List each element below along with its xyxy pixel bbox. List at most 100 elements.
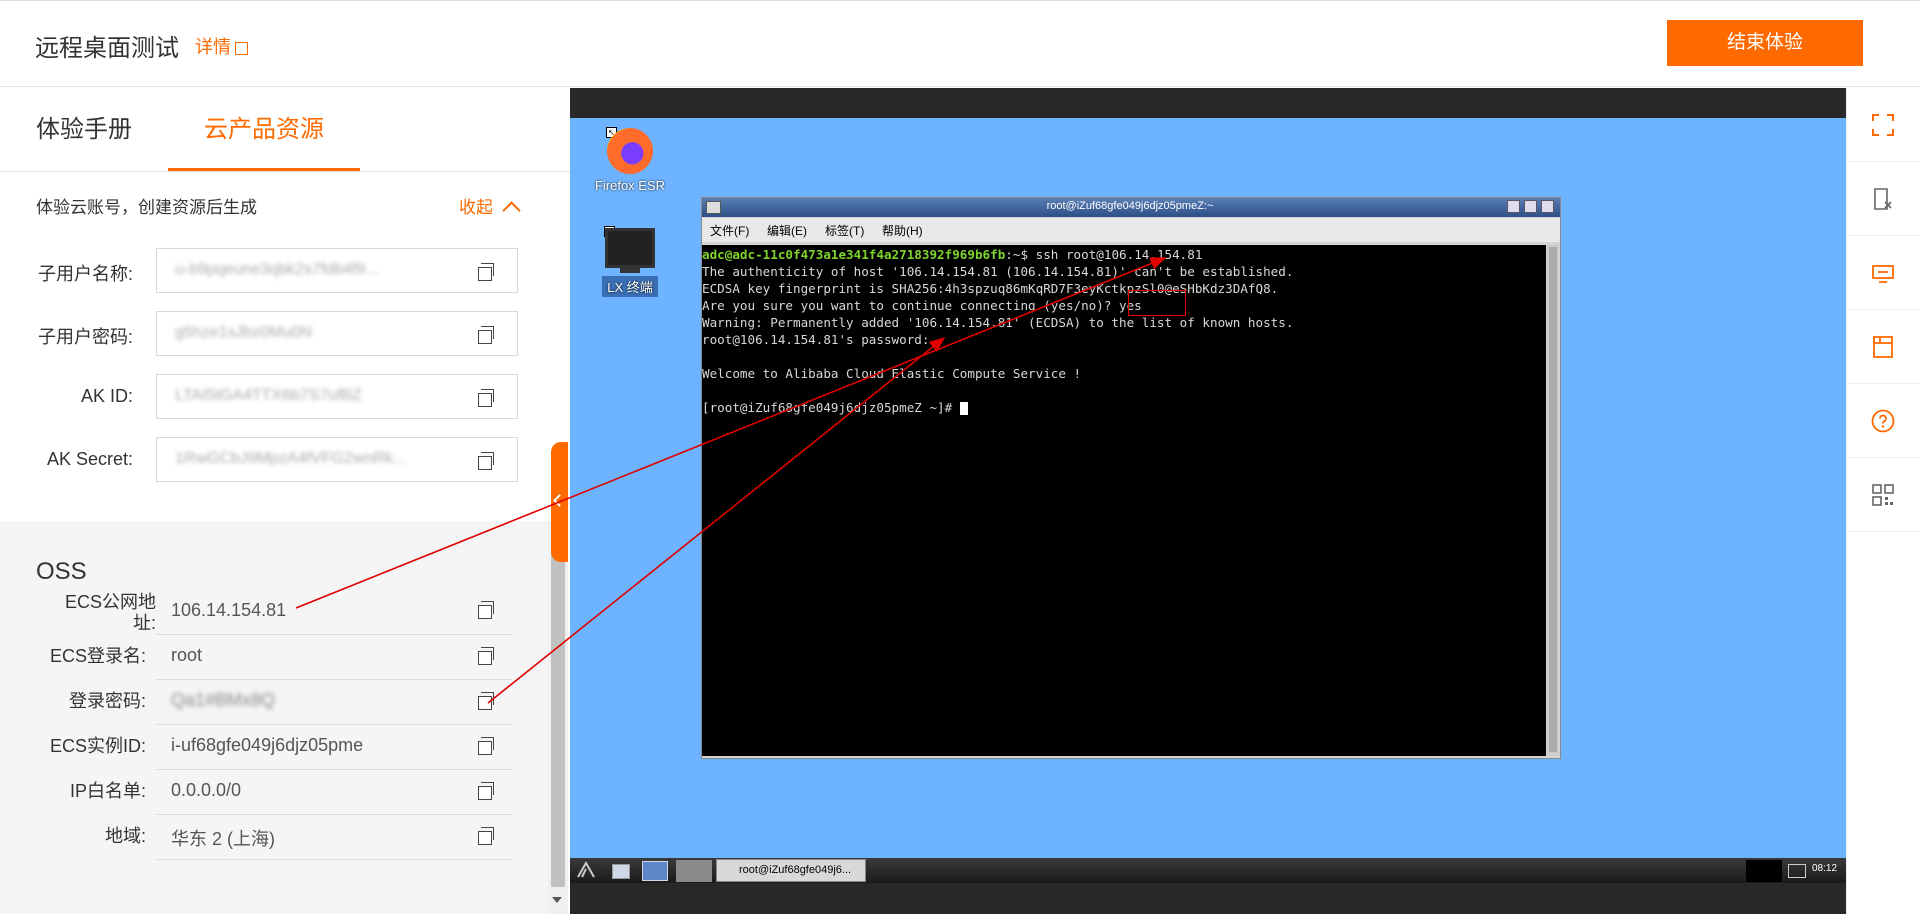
end-experience-button[interactable]: 结束体验 xyxy=(1667,20,1863,66)
ecs-ip-label: ECS公网地址: xyxy=(64,592,156,633)
help-button[interactable] xyxy=(1846,384,1920,458)
copy-icon[interactable] xyxy=(478,647,494,665)
qrcode-button[interactable] xyxy=(1846,458,1920,532)
taskbar-clock: 08:12 xyxy=(1812,863,1838,874)
ip-whitelist-label: IP白名单: xyxy=(69,781,146,801)
fullscreen-button[interactable] xyxy=(1846,88,1920,162)
ak-id-label: AK ID: xyxy=(80,386,133,406)
minimize-icon[interactable] xyxy=(1507,200,1520,213)
ecs-password-label: 登录密码: xyxy=(68,691,146,711)
row-divider xyxy=(156,724,512,725)
maximize-icon[interactable] xyxy=(1524,200,1537,213)
copy-icon[interactable] xyxy=(478,737,494,755)
ecs-login-label: ECS登录名: xyxy=(49,646,146,666)
ak-secret-field: 1RwGCbJ9MpzA4fVFG2wnRk... xyxy=(156,437,518,482)
terminal-line: Warning: Permanently added '106.14.154.8… xyxy=(702,315,1294,330)
oss-title: OSS xyxy=(36,558,87,585)
external-link-icon xyxy=(235,41,248,55)
notes-button[interactable] xyxy=(1846,310,1920,384)
terminal-line: Are you sure you want to continue connec… xyxy=(702,298,1142,313)
menu-edit[interactable]: 编辑(E) xyxy=(767,222,807,239)
collapse-button[interactable]: 收起 xyxy=(459,193,521,220)
firefox-label[interactable]: Firefox ESR xyxy=(590,178,670,193)
ip-whitelist-value: 0.0.0.0/0 xyxy=(171,780,242,800)
row-divider xyxy=(156,769,512,770)
show-desktop-icon[interactable] xyxy=(642,861,668,881)
terminal-scrollbar-thumb[interactable] xyxy=(1549,247,1557,752)
ecs-login-value: root xyxy=(171,645,203,665)
terminal-cursor xyxy=(959,402,968,415)
sub-user-name-field: u-b9pqeune3qbk2s7fdb4f9... xyxy=(156,248,518,293)
region-label: 地域: xyxy=(104,826,146,846)
scroll-down-icon[interactable] xyxy=(552,897,562,903)
copy-icon[interactable] xyxy=(478,452,494,470)
details-link[interactable]: 详情 xyxy=(195,33,248,59)
menu-help[interactable]: 帮助(H) xyxy=(882,222,923,239)
ecs-password-value: Qa1#BMx8Q xyxy=(171,690,276,710)
terminal-icon-stand xyxy=(620,268,640,273)
terminal-command: :~$ ssh root@106.14.154.81 xyxy=(1005,247,1203,262)
terminal-icon[interactable] xyxy=(605,228,655,268)
row-divider xyxy=(156,814,512,815)
row-divider xyxy=(156,679,512,680)
file-manager-icon[interactable] xyxy=(612,864,630,879)
clipboard-button[interactable] xyxy=(1846,162,1920,236)
bookmark-icon xyxy=(1873,336,1893,358)
menu-tabs[interactable]: 标签(T) xyxy=(825,222,864,239)
copy-icon[interactable] xyxy=(478,827,494,845)
clipboard-x-icon xyxy=(1874,188,1892,210)
copy-icon[interactable] xyxy=(478,601,494,619)
copy-icon[interactable] xyxy=(478,263,494,281)
terminal-prompt: [root@iZuf68gfe049j6djz05pmeZ ~]# xyxy=(702,400,960,415)
sub-user-password-field: g5hze1sJbz0Mu0N xyxy=(156,311,518,356)
copy-icon[interactable] xyxy=(478,692,494,710)
terminal-line: root@106.14.154.81's password: xyxy=(702,332,930,347)
taskbar-terminal-item[interactable]: root@iZuf68gfe049j6... xyxy=(716,859,866,882)
terminal-line: Welcome to Alibaba Cloud Elastic Compute… xyxy=(702,366,1082,381)
sub-user-name-label: 子用户名称: xyxy=(37,264,133,284)
tab-divider xyxy=(0,171,570,172)
terminal-app-icon xyxy=(706,201,721,214)
copy-icon[interactable] xyxy=(478,389,494,407)
ecs-instance-id-label: ECS实例ID: xyxy=(49,736,146,756)
top-header xyxy=(0,0,1920,87)
sub-user-name-value: u-b9pqeune3qbk2s7fdb4f9... xyxy=(175,261,379,278)
ecs-instance-id-value: i-uf68gfe049j6djz05pme xyxy=(171,735,364,755)
help-icon xyxy=(1871,409,1895,433)
chevron-left-icon xyxy=(553,494,566,507)
terminal-line: ECDSA key fingerprint is SHA256:4h3spzuq… xyxy=(702,281,1279,296)
sub-user-password-value: g5hze1sJbz0Mu0N xyxy=(175,324,312,341)
firefox-icon[interactable] xyxy=(607,128,653,174)
terminal-title: root@iZuf68gfe049j6djz05pmeZ:~ xyxy=(1046,200,1214,212)
terminal-line: [root@iZuf68gfe049j6djz05pmeZ ~]# xyxy=(702,400,968,415)
page-title: 远程桌面测试 xyxy=(35,35,179,62)
keyboard-icon[interactable] xyxy=(1788,864,1806,878)
row-divider xyxy=(156,859,512,860)
chevron-up-icon xyxy=(502,201,521,220)
copy-icon[interactable] xyxy=(478,326,494,344)
ak-id-field: LTAI5tGA4TTX6b7S7ufBZ xyxy=(156,374,518,419)
terminal-label[interactable]: LX 终端 xyxy=(602,276,658,297)
terminal-line: The authenticity of host '106.14.154.81 … xyxy=(702,264,1294,279)
ak-id-value: LTAI5tGA4TTX6b7S7ufBZ xyxy=(175,387,363,404)
scrollbar-thumb[interactable] xyxy=(551,546,565,887)
highlight-box xyxy=(1128,290,1186,316)
details-label: 详情 xyxy=(195,37,231,57)
ecs-ip-value: 106.14.154.81 xyxy=(171,600,287,620)
qrcode-icon xyxy=(1872,484,1894,506)
tray-area xyxy=(1746,860,1782,882)
screen-share-icon xyxy=(1872,265,1894,283)
menu-file[interactable]: 文件(F) xyxy=(710,222,749,239)
close-icon[interactable] xyxy=(1541,200,1554,213)
copy-icon[interactable] xyxy=(478,782,494,800)
sub-user-password-label: 子用户密码: xyxy=(37,327,133,347)
tab-manual[interactable]: 体验手册 xyxy=(36,88,132,172)
panel-toggle-button[interactable] xyxy=(551,442,568,562)
row-divider xyxy=(156,634,512,635)
terminal-prompt: adc@adc-11c0f473a1e341f4a2718392f969b6fb xyxy=(702,247,1006,262)
tab-cloud-resources[interactable]: 云产品资源 xyxy=(168,88,360,171)
screen-share-button[interactable] xyxy=(1846,236,1920,310)
account-note: 体验云账号，创建资源后生成 xyxy=(36,198,257,217)
start-menu-icon[interactable] xyxy=(576,861,596,879)
workspace-icon[interactable] xyxy=(676,860,712,882)
